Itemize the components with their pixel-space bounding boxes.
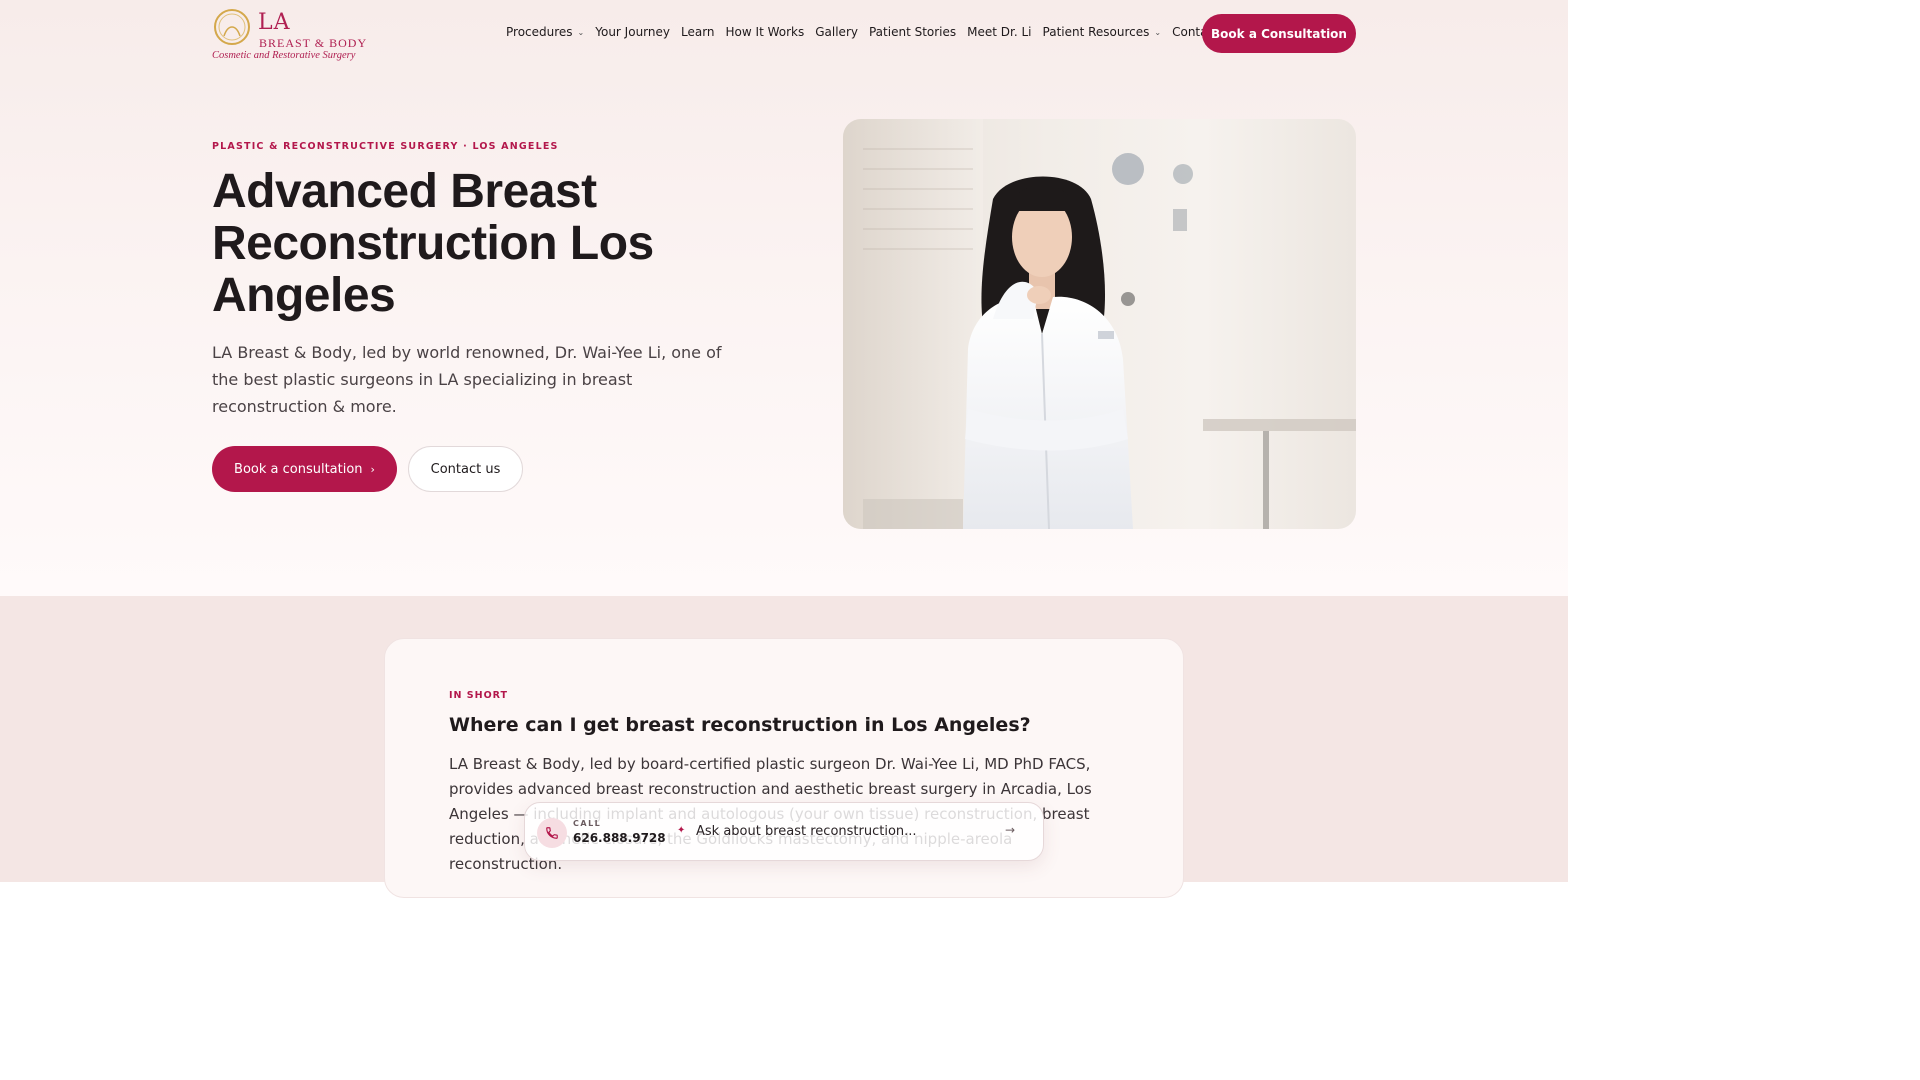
site-logo[interactable]: LA BREAST & BODY Cosmetic and Restorativ… (212, 6, 382, 62)
floating-contact-bar: CALL 626.888.9728 ✦ Ask about breast rec… (524, 802, 1044, 861)
phone-number-link[interactable]: 626.888.9728 (573, 831, 666, 845)
summary-title: Where can I get breast reconstruction in… (449, 714, 1031, 736)
nav-item-patient-resources[interactable]: Patient Resources ⌄ (1043, 25, 1162, 39)
call-button[interactable] (537, 818, 567, 848)
nav-item-your-journey[interactable]: Your Journey (595, 25, 670, 39)
page-title: Advanced Breast Reconstruction Los Angel… (212, 165, 654, 322)
logo-tagline: Cosmetic and Restorative Surgery (212, 50, 356, 61)
logo-name: BREAST & BODY (259, 36, 368, 50)
chevron-down-icon: ⌄ (577, 27, 585, 37)
chevron-right-icon: › (370, 462, 375, 476)
nav-label: Meet Dr. Li (967, 25, 1032, 39)
nav-label: Patient Resources (1042, 25, 1150, 39)
nav-item-learn[interactable]: Learn (681, 25, 715, 39)
nav-label: Procedures (506, 25, 573, 39)
call-label: CALL (573, 819, 602, 828)
chevron-down-icon: ⌄ (1154, 27, 1162, 37)
hero-description: LA Breast & Body, led by world renowned,… (212, 343, 722, 416)
logo-mark: LA (258, 10, 291, 35)
nav-item-meet-dr-li[interactable]: Meet Dr. Li (967, 25, 1031, 39)
send-arrow-icon[interactable]: → (1005, 823, 1015, 837)
phone-icon (546, 827, 558, 839)
main-nav: Procedures ⌄ Your Journey Learn How It Wo… (506, 23, 1230, 41)
nav-label: Your Journey (595, 25, 670, 39)
contact-us-button[interactable]: Contact us (408, 446, 523, 492)
nav-item-how-it-works[interactable]: How It Works (726, 25, 805, 39)
nav-item-procedures[interactable]: Procedures ⌄ (506, 25, 584, 39)
logo-ring-icon (214, 9, 250, 45)
sparkle-icon: ✦ (677, 825, 686, 836)
summary-eyebrow: IN SHORT (449, 690, 509, 701)
hero-eyebrow: PLASTIC & RECONSTRUCTIVE SURGERY · LOS A… (212, 141, 559, 152)
doctor-photo (843, 119, 1356, 529)
button-label: Book a consultation (234, 461, 363, 477)
nav-item-patient-stories[interactable]: Patient Stories (869, 25, 956, 39)
nav-label: Gallery (815, 25, 858, 39)
nav-label: Learn (680, 25, 715, 39)
nav-label: Patient Stories (868, 25, 957, 39)
ask-question-input[interactable]: Ask about breast reconstruction... (696, 824, 917, 839)
nav-item-gallery[interactable]: Gallery (815, 25, 858, 39)
book-consultation-button[interactable]: Book a consultation › (212, 446, 397, 492)
book-consultation-header-button[interactable]: Book a Consultation (1202, 14, 1356, 53)
nav-label: How It Works (725, 25, 805, 39)
